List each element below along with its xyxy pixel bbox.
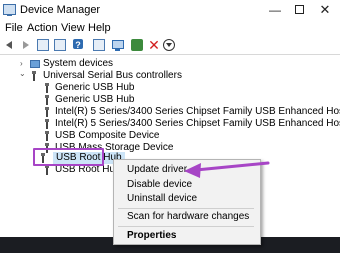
usb-icon <box>31 71 37 81</box>
update-driver-icon[interactable] <box>131 39 143 51</box>
tree-item[interactable]: Generic USB Hub <box>0 82 340 94</box>
usb-icon <box>44 95 50 105</box>
usb-icon <box>44 107 50 117</box>
context-menu-separator <box>118 208 254 209</box>
menu-bar: File Action View Help <box>0 20 340 36</box>
tree-node-usb-controllers[interactable]: ⌄ Universal Serial Bus controllers <box>0 68 340 82</box>
tree-node-label: Universal Serial Bus controllers <box>43 70 182 81</box>
toolbar: ? ✕ <box>0 36 340 55</box>
install-icon[interactable] <box>163 39 175 51</box>
context-menu-properties[interactable]: Properties <box>127 230 176 241</box>
tree-item-label: USB Composite Device <box>55 130 160 141</box>
properties-icon[interactable] <box>37 39 49 51</box>
menu-action[interactable]: Action <box>27 22 58 34</box>
context-menu: Update driver Disable device Uninstall d… <box>113 159 261 245</box>
minimize-button[interactable]: — <box>264 1 286 19</box>
usb-icon <box>44 165 50 175</box>
chevron-down-icon[interactable]: ⌄ <box>19 68 26 80</box>
context-menu-disable-device[interactable]: Disable device <box>127 179 192 190</box>
tree-item[interactable]: Generic USB Hub <box>0 94 340 106</box>
maximize-icon <box>294 5 304 15</box>
tree-node-system-devices[interactable]: › System devices <box>0 58 340 70</box>
device-manager-icon <box>3 4 16 16</box>
tree-item-label: Intel(R) 5 Series/3400 Series Chipset Fa… <box>55 118 340 129</box>
scan-monitor-icon[interactable] <box>111 39 124 51</box>
usb-icon <box>44 131 50 141</box>
tree-item[interactable]: Intel(R) 5 Series/3400 Series Chipset Fa… <box>0 118 340 130</box>
title-bar: Device Manager — ✕ <box>0 0 340 20</box>
help-icon[interactable]: ? <box>73 39 83 50</box>
forward-arrow-icon[interactable] <box>20 39 32 51</box>
close-button[interactable]: ✕ <box>314 1 336 19</box>
context-menu-uninstall-device[interactable]: Uninstall device <box>127 193 197 204</box>
uninstall-icon[interactable]: ✕ <box>148 38 160 52</box>
context-menu-separator <box>118 226 254 227</box>
tree-item-label: Generic USB Hub <box>55 82 135 93</box>
tree-item-label: Generic USB Hub <box>55 94 135 105</box>
context-menu-scan-hardware[interactable]: Scan for hardware changes <box>127 211 249 222</box>
usb-icon <box>44 119 50 129</box>
context-menu-update-driver[interactable]: Update driver <box>127 164 187 175</box>
window-icon[interactable] <box>54 39 66 51</box>
tree-item[interactable]: Intel(R) 5 Series/3400 Series Chipset Fa… <box>0 106 340 118</box>
tree-node-label: System devices <box>43 58 114 69</box>
maximize-button[interactable] <box>288 1 310 19</box>
tree-item[interactable]: USB Composite Device <box>0 130 340 142</box>
usb-icon <box>44 83 50 93</box>
system-devices-icon <box>30 60 40 68</box>
menu-file[interactable]: File <box>5 22 23 34</box>
menu-view[interactable]: View <box>61 22 85 34</box>
highlight-box <box>33 148 104 166</box>
back-arrow-icon[interactable] <box>4 39 16 51</box>
window-icon[interactable] <box>93 39 105 51</box>
menu-help[interactable]: Help <box>88 22 111 34</box>
window-title: Device Manager <box>20 4 101 16</box>
tree-item-label: Intel(R) 5 Series/3400 Series Chipset Fa… <box>55 106 340 117</box>
